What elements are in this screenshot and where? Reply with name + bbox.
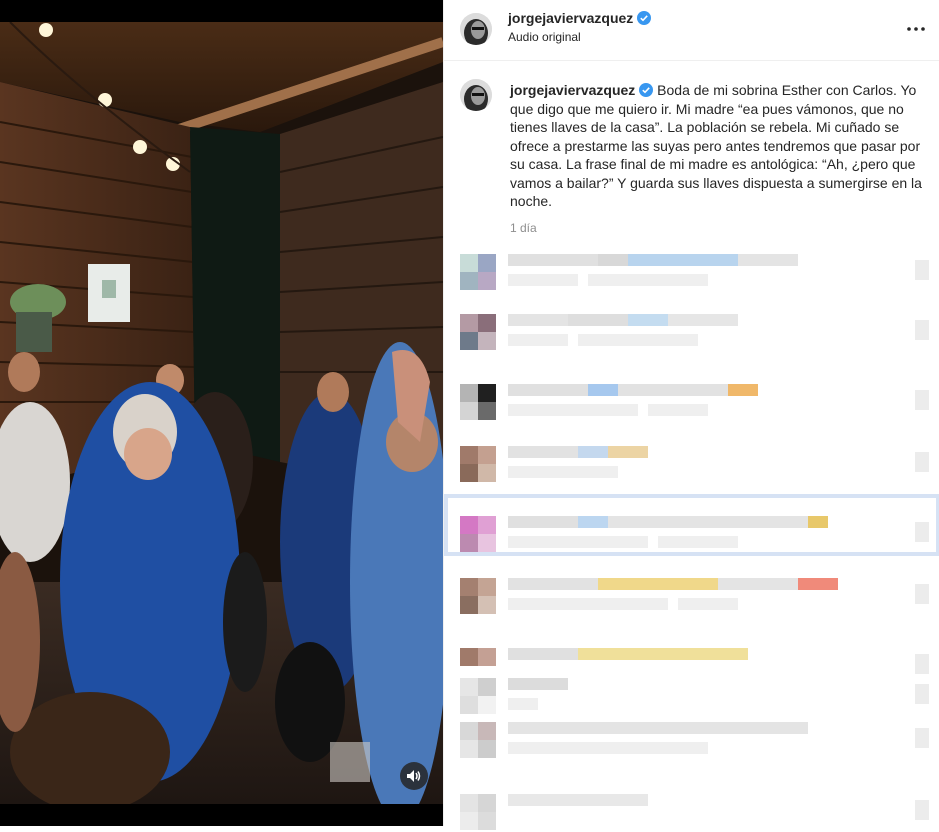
comment-text-pixels (618, 384, 728, 396)
comment-text-pixels (808, 516, 828, 528)
comment-text-pixels (628, 314, 668, 326)
comment-meta-pixels (508, 536, 648, 548)
comment-meta-pixels (508, 466, 618, 478)
comment-meta-pixels (648, 404, 708, 416)
avatar[interactable] (460, 13, 492, 45)
comment-row (460, 312, 930, 352)
comment-avatar (460, 446, 496, 482)
comment-text-pixels (598, 254, 628, 266)
like-heart-icon[interactable] (915, 584, 929, 604)
comment-text-pixels (798, 578, 838, 590)
comment-row (460, 792, 930, 832)
avatar-image (460, 79, 492, 111)
caption-avatar[interactable] (460, 79, 492, 111)
comment-avatar (460, 678, 496, 714)
comment-meta-pixels (508, 598, 668, 610)
comment-text-pixels (588, 384, 618, 396)
caption-body: Boda de mi sobrina Esther con Carlos. Yo… (510, 82, 922, 209)
avatar-image (460, 13, 492, 45)
comment-text-pixels (608, 446, 648, 458)
comment-row (460, 676, 930, 716)
comment-row (460, 720, 930, 760)
comment-text-pixels (508, 446, 578, 458)
comment-row (460, 444, 930, 484)
comment-text-pixels (578, 648, 748, 660)
like-heart-icon[interactable] (915, 390, 929, 410)
comment-meta-pixels (508, 404, 638, 416)
comment-meta-pixels (508, 274, 578, 286)
like-heart-icon[interactable] (915, 522, 929, 542)
comment-text-pixels (508, 578, 598, 590)
verified-badge-icon (637, 11, 652, 25)
comment-meta-pixels (678, 598, 738, 610)
comments-list (444, 240, 939, 830)
video-still (0, 22, 443, 804)
video-player[interactable] (0, 0, 443, 826)
comment-avatar (460, 314, 496, 350)
comment-meta-pixels (508, 742, 708, 754)
like-heart-icon[interactable] (915, 728, 929, 748)
caption-text: jorgejaviervazquez Boda de mi sobrina Es… (510, 81, 930, 237)
comment-text-pixels (508, 678, 568, 690)
comment-text-pixels (508, 648, 578, 660)
like-heart-icon[interactable] (915, 654, 929, 674)
comment-row (460, 252, 930, 292)
comment-text-pixels (508, 254, 598, 266)
comment-avatar (460, 254, 496, 290)
comment-avatar (460, 516, 496, 552)
caption-username[interactable]: jorgejaviervazquez (510, 82, 635, 98)
comment-text-pixels (738, 254, 798, 266)
comment-text-pixels (608, 516, 808, 528)
comment-meta-pixels (508, 698, 538, 710)
comment-avatar (460, 722, 496, 758)
comment-meta-pixels (588, 274, 708, 286)
header-username-row: jorgejaviervazquez (508, 10, 652, 28)
more-options-icon (907, 27, 925, 31)
mute-button[interactable] (400, 762, 428, 790)
post-time[interactable]: 1 día (510, 219, 930, 238)
comment-meta-pixels (508, 334, 568, 346)
video-frame[interactable] (0, 22, 443, 804)
comment-row (460, 382, 930, 422)
comment-text-pixels (668, 314, 738, 326)
comment-avatar (460, 578, 496, 614)
comment-row (460, 576, 930, 616)
comment-text-pixels (728, 384, 758, 396)
comment-text-pixels (508, 722, 808, 734)
comment-meta-pixels (578, 334, 698, 346)
comment-row (460, 514, 930, 554)
more-options-button[interactable] (904, 17, 928, 41)
username[interactable]: jorgejaviervazquez (508, 10, 633, 26)
comment-text-pixels (508, 384, 588, 396)
like-heart-icon[interactable] (915, 320, 929, 340)
comment-text-pixels (508, 516, 578, 528)
like-heart-icon[interactable] (915, 452, 929, 472)
comment-text-pixels (508, 314, 568, 326)
like-heart-icon[interactable] (915, 800, 929, 820)
comment-text-pixels (578, 516, 608, 528)
speaker-icon (407, 770, 421, 782)
post-panel: jorgejaviervazquez Audio original jorgej… (443, 0, 939, 830)
comment-text-pixels (508, 794, 648, 806)
verified-badge-icon (639, 83, 654, 97)
audio-label[interactable]: Audio original (508, 30, 581, 44)
comment-avatar (460, 794, 496, 830)
comment-text-pixels (568, 314, 628, 326)
comment-avatar (460, 384, 496, 420)
comment-meta-pixels (658, 536, 738, 548)
comment-text-pixels (718, 578, 798, 590)
comment-text-pixels (578, 446, 608, 458)
like-heart-icon[interactable] (915, 260, 929, 280)
comment-text-pixels (628, 254, 738, 266)
post-header: jorgejaviervazquez Audio original (444, 0, 939, 61)
like-heart-icon[interactable] (915, 684, 929, 704)
comment-text-pixels (598, 578, 718, 590)
